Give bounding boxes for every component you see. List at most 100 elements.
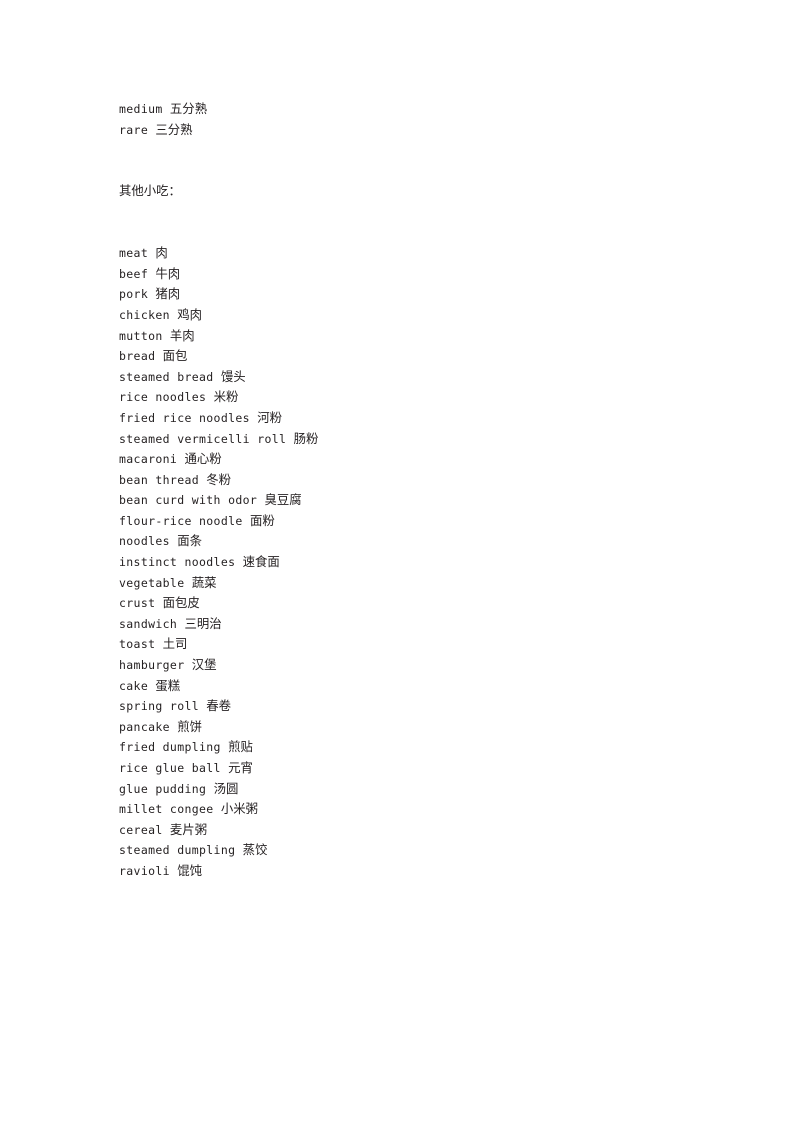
vocabulary-entry: macaroni 通心粉 [119,449,679,470]
entry-chinese: 馒头 [220,368,246,384]
entry-english: rare [119,122,156,137]
entry-english: spring roll [119,699,207,714]
entry-english: pancake [119,719,178,734]
vocabulary-entry: fried dumpling 煎贴 [119,737,679,758]
entry-chinese: 麦片粥 [169,821,208,837]
vocabulary-entry: spring roll 春卷 [119,696,679,717]
vocabulary-entry: pancake 煎饼 [119,717,679,738]
entry-english: cake [119,678,156,693]
entry-english: instinct noodles [119,555,243,570]
entry-chinese: 肉 [155,245,168,261]
vocabulary-entry: toast 土司 [119,634,679,655]
entry-english: mutton [119,328,170,343]
entry-english: crust [119,596,163,611]
entry-chinese: 河粉 [257,409,282,425]
entry-english: toast [119,637,163,652]
entry-english: medium [119,102,170,116]
entry-chinese: 蛋糕 [155,677,181,693]
entry-english: bean curd with odor [119,493,265,508]
entry-english: steamed dumpling [119,843,243,858]
vocabulary-entry: hamburger 汉堡 [119,655,679,676]
entry-english: rice noodles [119,390,214,405]
entry-english: bean thread [119,472,207,487]
document-text-body: medium 五分熟 rare 三分熟 其他小吃： meat 肉 beef 牛肉… [119,99,679,882]
entry-chinese: 煎饼 [177,718,202,734]
entry-chinese: 元宵 [228,760,253,775]
entry-chinese: 五分熟 [169,101,208,116]
vocabulary-entry: vegetable 蔬菜 [119,573,679,594]
entry-english: meat [119,246,156,261]
entry-english: glue pudding [119,781,214,796]
entry-chinese: 速食面 [242,554,280,570]
entry-english: hamburger [119,658,192,673]
vocabulary-entry: rice noodles 米粉 [119,387,679,408]
vocabulary-entry: sandwich 三明治 [119,614,679,635]
entry-english: fried dumpling [119,740,229,755]
entry-chinese: 肠粉 [293,430,319,446]
entry-chinese: 春卷 [206,698,232,714]
vocabulary-entry: steamed bread 馒头 [119,367,679,388]
entry-english: macaroni [119,452,185,467]
entry-chinese: 蒸饺 [242,842,268,858]
vocabulary-entry: rare 三分熟 [119,120,679,141]
entry-chinese: 冬粉 [206,471,232,487]
entry-chinese: 猪肉 [155,286,181,302]
entry-english: millet congee [119,802,221,817]
vocabulary-entry: noodles 面条 [119,531,679,552]
document-page: medium 五分熟 rare 三分熟 其他小吃： meat 肉 beef 牛肉… [0,0,794,1123]
entry-english: pork [119,287,156,302]
entry-english: ravioli [119,863,178,878]
entry-english: beef [119,266,156,281]
entry-chinese: 米粉 [213,389,239,405]
entry-chinese: 三分熟 [155,121,193,137]
vocabulary-entry: crust 面包皮 [119,593,679,614]
vocabulary-entry: rice glue ball 元宵 [119,758,679,779]
vocabulary-entry: beef 牛肉 [119,264,679,285]
entry-chinese: 煎贴 [228,739,253,755]
vocabulary-entry: bean thread 冬粉 [119,470,679,491]
vocabulary-entry: millet congee 小米粥 [119,799,679,820]
entry-chinese: 小米粥 [220,801,259,817]
entry-chinese: 羊肉 [169,327,195,343]
vocabulary-entry: flour-rice noodle 面粉 [119,511,679,532]
entry-chinese: 汤圆 [213,780,239,796]
entry-chinese: 三明治 [184,615,222,631]
entry-chinese: 土司 [162,636,188,652]
entry-english: steamed bread [119,369,221,384]
entry-chinese: 通心粉 [184,451,222,467]
vocabulary-entry: instinct noodles 速食面 [119,552,679,573]
vocabulary-entry: meat 肉 [119,243,679,264]
entry-chinese: 鸡肉 [177,306,202,322]
entry-chinese: 面包 [162,348,188,364]
entry-english: steamed vermicelli roll [119,431,294,446]
entry-english: vegetable [119,575,192,590]
vocabulary-entry: bread 面包 [119,346,679,367]
entry-english: sandwich [119,616,185,631]
vocabulary-entry: pork 猪肉 [119,284,679,305]
entry-english: fried rice noodles [119,410,258,425]
vocabulary-entry: mutton 羊肉 [119,326,679,347]
entry-chinese: 蔬菜 [191,574,217,590]
vocabulary-entry: glue pudding 汤圆 [119,779,679,800]
entry-chinese: 臭豆腐 [264,492,302,508]
vocabulary-entry: cereal 麦片粥 [119,820,679,841]
vocabulary-entry: steamed dumpling 蒸饺 [119,840,679,861]
section-heading: 其他小吃： [119,183,181,199]
vocabulary-entry: ravioli 馄饨 [119,861,679,882]
entry-chinese: 面条 [177,533,202,549]
entry-english: flour-rice noodle [119,513,250,528]
vocabulary-entry: cake 蛋糕 [119,676,679,697]
entry-chinese: 面粉 [249,512,275,528]
vocabulary-entry: fried rice noodles 河粉 [119,408,679,429]
entry-english: bread [119,349,163,364]
entry-chinese: 汉堡 [191,657,217,673]
entry-english: chicken [119,307,178,322]
entry-chinese: 馄饨 [177,862,202,878]
entry-english: noodles [119,534,178,549]
vocabulary-entry: steamed vermicelli roll 肠粉 [119,429,679,450]
entry-english: cereal [119,822,170,837]
entry-english: rice glue ball [119,761,229,775]
vocabulary-entry: medium 五分熟 [119,99,679,120]
